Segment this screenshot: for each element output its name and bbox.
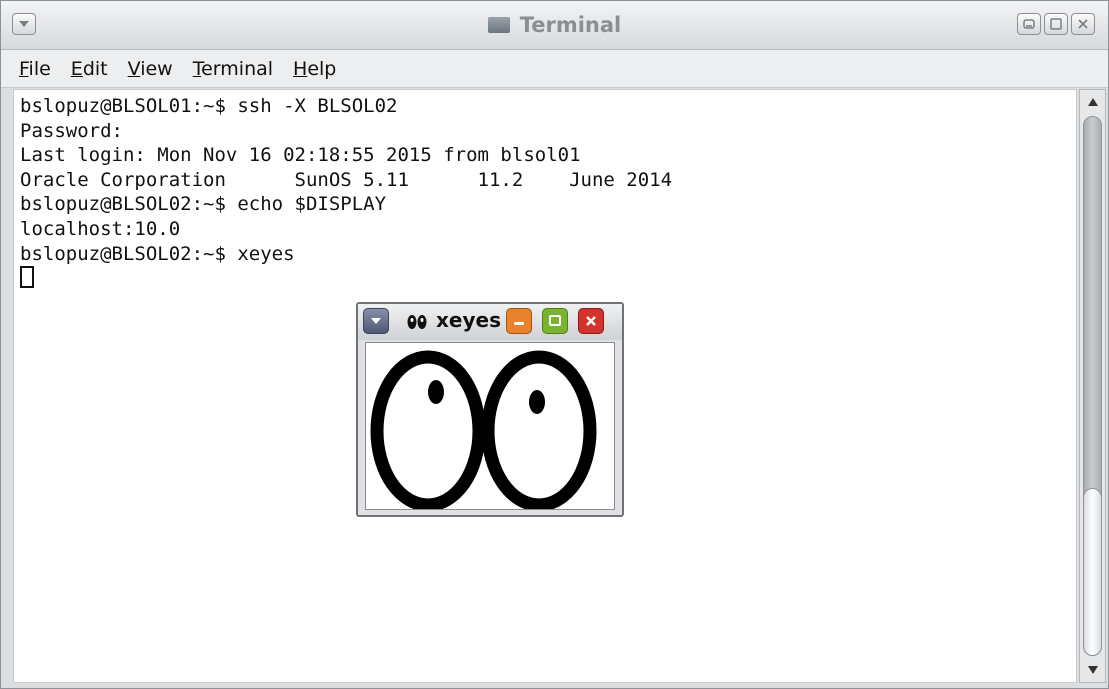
xeyes-title: xeyes bbox=[436, 308, 501, 332]
terminal-icon bbox=[487, 17, 510, 33]
menu-edit[interactable]: Edit bbox=[71, 58, 108, 80]
menu-file-label: ile bbox=[28, 57, 51, 80]
terminal-line: Last login: Mon Nov 16 02:18:55 2015 fro… bbox=[20, 144, 581, 167]
terminal-lines: bslopuz@BLSOL01:~$ ssh -X BLSOL02 Passwo… bbox=[20, 94, 672, 266]
left-pupil bbox=[428, 380, 444, 404]
scrollbar-thumb[interactable] bbox=[1083, 488, 1102, 656]
xeyes-minimize-button[interactable] bbox=[506, 308, 532, 334]
menu-edit-label: dit bbox=[82, 57, 108, 80]
close-button[interactable] bbox=[1071, 13, 1095, 35]
menu-terminal-label: erminal bbox=[201, 57, 274, 80]
xeyes-maximize-button[interactable] bbox=[542, 308, 568, 334]
scroll-down-button[interactable] bbox=[1080, 658, 1105, 682]
terminal-line: Oracle Corporation SunOS 5.11 11.2 June … bbox=[20, 168, 673, 191]
right-pupil bbox=[529, 390, 545, 414]
menu-terminal-accel: T bbox=[192, 57, 202, 80]
arrow-up-icon bbox=[1087, 98, 1098, 106]
scroll-up-button[interactable] bbox=[1080, 90, 1105, 114]
maximize-icon bbox=[549, 315, 561, 326]
terminal-line: bslopuz@BLSOL02:~$ xeyes bbox=[20, 242, 295, 265]
xeyes-menu-button[interactable] bbox=[363, 308, 389, 334]
right-eye bbox=[481, 350, 597, 512]
left-eye bbox=[370, 350, 486, 512]
text-cursor bbox=[20, 266, 34, 288]
maximize-button[interactable] bbox=[1044, 13, 1068, 35]
chevron-down-icon bbox=[371, 318, 381, 324]
terminal-line: Password: bbox=[20, 119, 123, 142]
menu-edit-accel: E bbox=[70, 57, 83, 80]
xeyes-canvas bbox=[365, 342, 615, 512]
window-title-group: Terminal bbox=[1, 12, 1108, 38]
menu-view-accel: V bbox=[127, 57, 141, 80]
menu-help-accel: H bbox=[293, 57, 308, 80]
close-icon bbox=[1078, 19, 1088, 29]
menu-file[interactable]: File bbox=[19, 58, 51, 80]
window-title: Terminal bbox=[519, 13, 622, 37]
minimize-icon bbox=[1023, 19, 1035, 29]
menu-view-label: iew bbox=[140, 57, 173, 80]
menu-help-label: elp bbox=[307, 57, 337, 80]
menu-file-accel: F bbox=[19, 57, 29, 80]
minimize-icon bbox=[514, 322, 524, 325]
xeyes-eyes-graphic bbox=[370, 350, 597, 512]
arrow-down-icon bbox=[1087, 666, 1098, 674]
menu-terminal[interactable]: Terminal bbox=[193, 58, 273, 80]
xeyes-close-button[interactable] bbox=[578, 308, 604, 334]
terminal-line: bslopuz@BLSOL02:~$ echo $DISPLAY bbox=[20, 193, 387, 216]
menu-help[interactable]: Help bbox=[293, 58, 336, 80]
xeyes-app-icon bbox=[407, 315, 427, 329]
maximize-icon bbox=[1050, 18, 1062, 30]
terminal-window: Terminal File Edit View Terminal Help bs… bbox=[0, 0, 1109, 689]
xeyes-title-bar[interactable]: xeyes bbox=[358, 304, 622, 340]
xeyes-window[interactable]: xeyes bbox=[356, 302, 624, 517]
minimize-button[interactable] bbox=[1017, 13, 1041, 35]
menu-bar: File Edit View Terminal Help bbox=[1, 50, 1108, 88]
title-bar[interactable]: Terminal bbox=[1, 1, 1108, 50]
vertical-scrollbar[interactable] bbox=[1079, 89, 1106, 683]
menu-view[interactable]: View bbox=[128, 58, 173, 80]
terminal-line: bslopuz@BLSOL01:~$ ssh -X BLSOL02 bbox=[20, 95, 398, 117]
terminal-line: localhost:10.0 bbox=[20, 217, 181, 240]
close-icon bbox=[586, 316, 596, 326]
